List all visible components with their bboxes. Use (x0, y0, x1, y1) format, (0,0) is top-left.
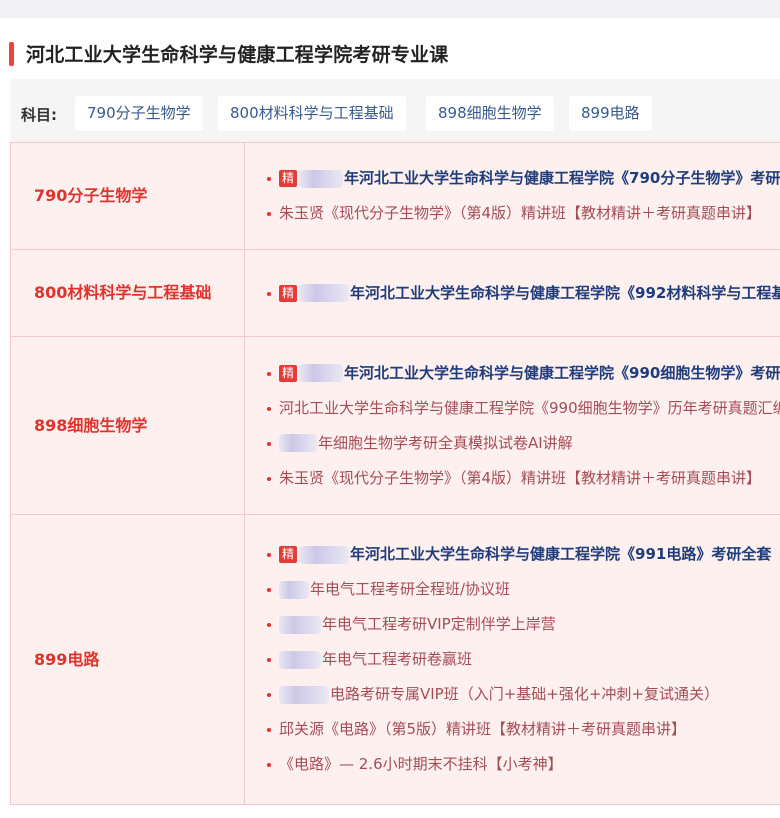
table-row: 899电路 精年河北工业大学生命科学与健康工程学院《991电路》考研全套 年电气… (11, 515, 780, 805)
table-row: 790分子生物学 精年河北工业大学生命科学与健康工程学院《790分子生物学》考研… (11, 143, 780, 250)
course-link[interactable]: 精年河北工业大学生命科学与健康工程学院《790分子生物学》考研全套 (265, 161, 780, 196)
subject-chip-790[interactable]: 790分子生物学 (75, 96, 203, 131)
course-list: 精年河北工业大学生命科学与健康工程学院《990细胞生物学》考研全套 河北工业大学… (245, 337, 780, 515)
course-link[interactable]: 年细胞生物学考研全真模拟试卷AI讲解 (265, 426, 780, 461)
featured-badge: 精 (279, 365, 297, 382)
blurred-year (279, 651, 321, 669)
course-link[interactable]: 朱玉贤《现代分子生物学》（第4版）精讲班【教材精讲＋考研真题串讲】 (265, 196, 780, 231)
course-link[interactable]: 《电路》— 2.6小时期末不挂科【小考神】 (265, 747, 780, 782)
blurred-year (279, 434, 317, 452)
course-link[interactable]: 朱玉贤《现代分子生物学》（第4版）精讲班【教材精讲＋考研真题串讲】 (265, 461, 780, 496)
page-title: 河北工业大学生命科学与健康工程学院考研专业课 (26, 40, 448, 67)
subject-cell: 898细胞生物学 (11, 337, 245, 515)
blurred-year (299, 284, 349, 302)
course-link[interactable]: 年电气工程考研VIP定制伴学上岸营 (265, 607, 780, 642)
subject-filter-bar: 科目: 790分子生物学 800材料科学与工程基础 898细胞生物学 899电路 (11, 79, 780, 149)
course-table: 790分子生物学 精年河北工业大学生命科学与健康工程学院《790分子生物学》考研… (10, 142, 780, 805)
course-link[interactable]: 河北工业大学生命科学与健康工程学院《990细胞生物学》历年考研真题汇编 (265, 391, 780, 426)
course-link[interactable]: 邱关源《电路》（第5版）精讲班【教材精讲＋考研真题串讲】 (265, 712, 780, 747)
featured-badge: 精 (279, 170, 297, 187)
course-link[interactable]: 年电气工程考研卷赢班 (265, 642, 780, 677)
course-link[interactable]: 精年河北工业大学生命科学与健康工程学院《991电路》考研全套 (265, 537, 780, 572)
title-accent-bar (9, 42, 14, 66)
course-link[interactable]: 精年河北工业大学生命科学与健康工程学院《990细胞生物学》考研全套 (265, 356, 780, 391)
course-link[interactable]: 电路考研专属VIP班（入门+基础+强化+冲刺+复试通关） (265, 677, 780, 712)
table-row: 800材料科学与工程基础 精年河北工业大学生命科学与健康工程学院《992材料科学… (11, 250, 780, 337)
blurred-year (279, 616, 321, 634)
table-row: 898细胞生物学 精年河北工业大学生命科学与健康工程学院《990细胞生物学》考研… (11, 337, 780, 515)
subject-cell: 899电路 (11, 515, 245, 805)
subjects-label: 科目: (21, 104, 57, 125)
blurred-year (279, 581, 309, 599)
course-link[interactable]: 精年河北工业大学生命科学与健康工程学院《992材料科学与工程基础》考研全套 (265, 276, 780, 311)
blurred-year (279, 686, 329, 704)
blurred-year (299, 364, 343, 382)
blurred-year (299, 170, 343, 188)
subject-chip-800[interactable]: 800材料科学与工程基础 (218, 96, 406, 131)
blurred-year (299, 546, 349, 564)
subject-cell: 800材料科学与工程基础 (11, 250, 245, 337)
subject-cell: 790分子生物学 (11, 143, 245, 250)
featured-badge: 精 (279, 546, 297, 563)
subject-chip-899[interactable]: 899电路 (569, 96, 652, 131)
course-list: 精年河北工业大学生命科学与健康工程学院《790分子生物学》考研全套 朱玉贤《现代… (245, 143, 780, 250)
course-list: 精年河北工业大学生命科学与健康工程学院《992材料科学与工程基础》考研全套 (245, 250, 780, 337)
course-link[interactable]: 年电气工程考研全程班/协议班 (265, 572, 780, 607)
course-list: 精年河北工业大学生命科学与健康工程学院《991电路》考研全套 年电气工程考研全程… (245, 515, 780, 805)
subject-chip-898[interactable]: 898细胞生物学 (426, 96, 554, 131)
featured-badge: 精 (279, 285, 297, 302)
